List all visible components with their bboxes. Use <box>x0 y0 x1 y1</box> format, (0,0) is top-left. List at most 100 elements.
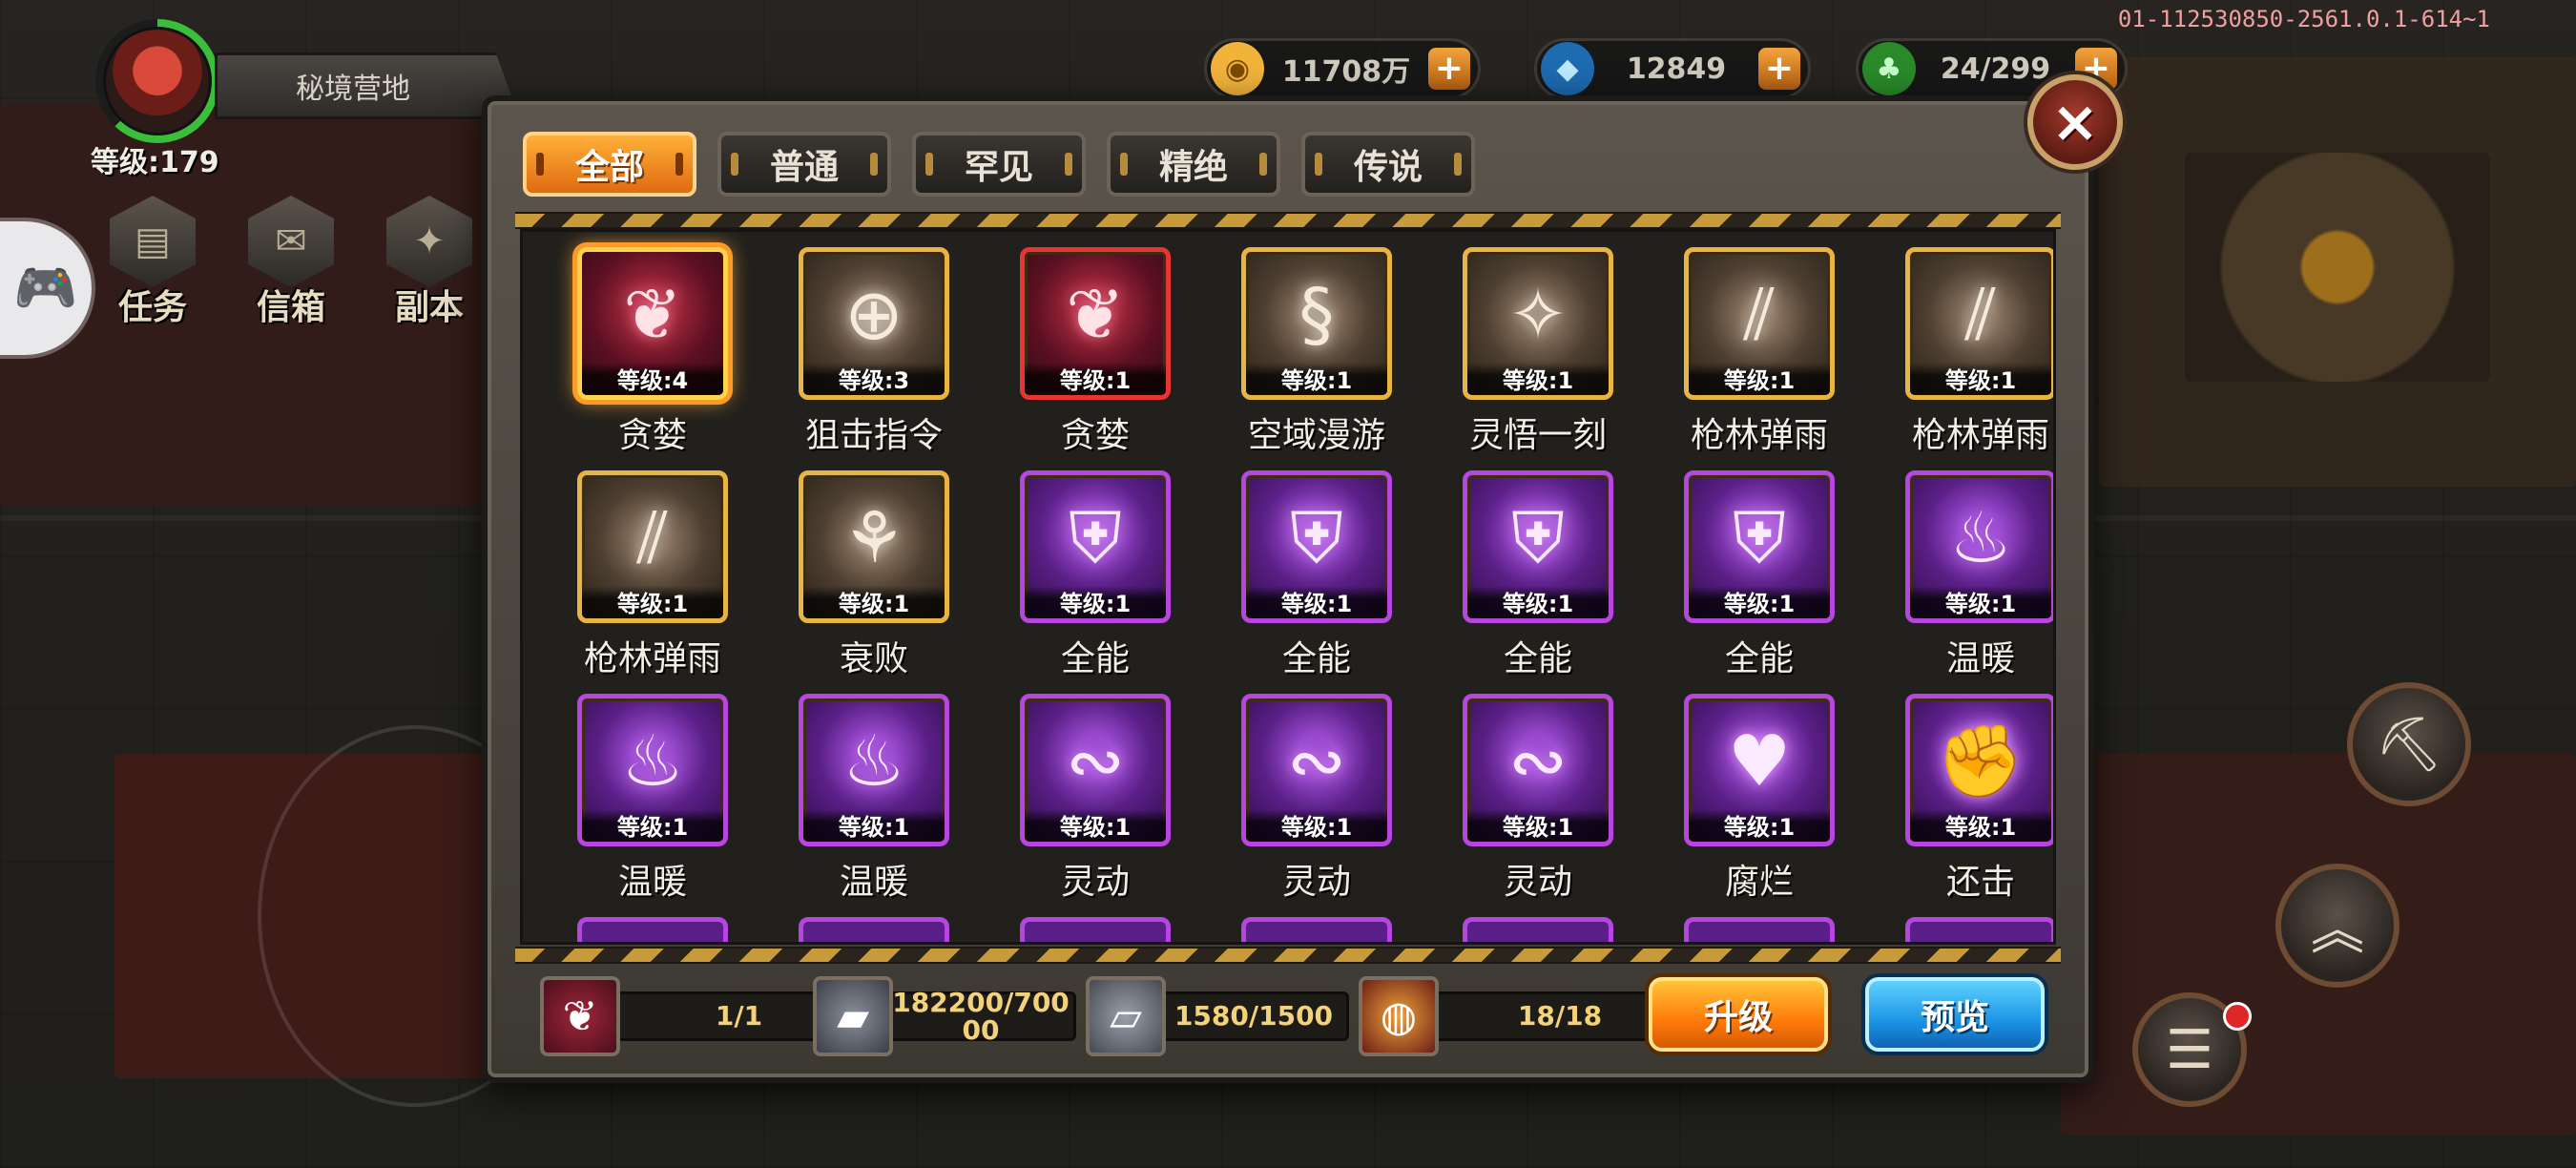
location-banner: 秘境营地 <box>215 52 520 119</box>
skill-card-frame: ⛨ 等级:1 <box>1684 470 1835 623</box>
skill-card[interactable]: ✊ 等级:1 还击 <box>1870 694 2053 917</box>
skill-card[interactable]: ❦ 等级:4 贪婪 <box>542 247 763 470</box>
swirl-icon: § <box>1298 274 1335 356</box>
agility-swirl-icon: ∾ <box>1286 720 1346 803</box>
skill-name: 全能 <box>1281 639 1351 678</box>
agility-swirl-icon: ∾ <box>1507 720 1568 803</box>
skill-card[interactable]: ♨ 等级:1 温暖 <box>1870 470 2053 694</box>
armor-icon: ⛨ <box>1511 497 1565 579</box>
skill-grid-scroll[interactable]: ❦ 等级:4 贪婪 ⊕ 等级:3 狙击指令 ❦ 等级:1 贪婪 § 等级:1 空域漫游 ✧ 等级:1 灵悟一… <box>520 229 2056 945</box>
close-button[interactable]: × <box>2027 74 2123 170</box>
skill-card[interactable]: ∾ 等级:1 灵动 <box>985 694 1206 917</box>
peek-card <box>985 917 1206 942</box>
skill-grid: ❦ 等级:4 贪婪 ⊕ 等级:3 狙击指令 ❦ 等级:1 贪婪 § 等级:1 空域漫游 ✧ 等级:1 灵悟一… <box>542 247 2053 917</box>
skill-level: 等级:1 <box>1246 809 1387 842</box>
skill-card-frame: ♨ 等级:1 <box>799 694 949 846</box>
silver-ingot-icon: ▱ <box>1086 976 1166 1056</box>
skill-card[interactable]: ⊕ 等级:3 狙击指令 <box>763 247 985 470</box>
player-avatar[interactable] <box>95 19 219 143</box>
peek-card <box>1870 917 2053 942</box>
skill-card-frame: ♨ 等级:1 <box>577 694 728 846</box>
skill-name: 枪林弹雨 <box>1690 416 1828 455</box>
add-gold-button[interactable]: + <box>1428 48 1470 90</box>
resource-gold-ingot: ▰ 182200/700 00 <box>813 973 1076 1059</box>
rank-up-button[interactable]: ︽ <box>2275 864 2399 988</box>
skill-name: 灵动 <box>1060 863 1130 902</box>
rarity-tabs: 全部 普通 罕见 精绝 传说 <box>523 132 1475 197</box>
dungeon-label: 副本 <box>394 288 464 327</box>
tab-common[interactable]: 普通 <box>717 132 891 197</box>
notification-dot <box>2223 1002 2252 1031</box>
skill-name: 温暖 <box>1945 639 2015 678</box>
skill-card[interactable]: ⛨ 等级:1 全能 <box>1649 470 1870 694</box>
skill-name: 空域漫游 <box>1247 416 1385 455</box>
skill-card-frame: ⊕ 等级:3 <box>799 247 949 400</box>
skill-card-frame: ✧ 等级:1 <box>1463 247 1613 400</box>
skill-card[interactable]: ∾ 等级:1 灵动 <box>1427 694 1649 917</box>
bullet-rain-icon: ⫽ <box>636 497 669 579</box>
skill-level: 等级:1 <box>1689 586 1830 618</box>
rotten-heart-icon: ♥ <box>1727 720 1792 803</box>
skill-name: 全能 <box>1724 639 1794 678</box>
skill-card[interactable]: ⫽ 等级:1 枪林弹雨 <box>1870 247 2053 470</box>
bullet-rain-icon: ⫽ <box>1964 274 1997 356</box>
skill-card[interactable]: ⫽ 等级:1 枪林弹雨 <box>542 470 763 694</box>
skill-card[interactable]: ✧ 等级:1 灵悟一刻 <box>1427 247 1649 470</box>
close-icon: × <box>2050 89 2100 156</box>
next-row-peek <box>542 917 2053 942</box>
skill-card[interactable]: ⚘ 等级:1 衰败 <box>763 470 985 694</box>
hazard-stripe-bottom <box>515 947 2061 964</box>
skill-card[interactable]: ♨ 等级:1 温暖 <box>542 694 763 917</box>
skill-card-frame: ⫽ 等级:1 <box>1905 247 2053 400</box>
gold-coin-icon: ◉ <box>1211 42 1264 95</box>
upgrade-button[interactable]: 升级 <box>1649 977 1828 1052</box>
skill-level: 等级:1 <box>1910 809 2051 842</box>
tab-rare[interactable]: 罕见 <box>912 132 1086 197</box>
gold-ingot-value: 182200/700 00 <box>885 988 1076 1044</box>
skill-card[interactable]: ⛨ 等级:1 全能 <box>985 470 1206 694</box>
skill-level: 等级:1 <box>1467 363 1609 395</box>
add-diamond-button[interactable]: + <box>1758 48 1800 90</box>
skill-name: 全能 <box>1503 639 1572 678</box>
skill-card[interactable]: ♥ 等级:1 腐烂 <box>1649 694 1870 917</box>
skill-card[interactable]: ⫽ 等级:1 枪林弹雨 <box>1649 247 1870 470</box>
mail-button[interactable]: ✉ 信箱 <box>234 196 348 327</box>
greed-skill-icon: ❦ <box>540 976 620 1056</box>
task-button[interactable]: ▤ 任务 <box>95 196 210 327</box>
gold-ingot-icon: ▰ <box>813 976 893 1056</box>
diamond-icon: ◆ <box>1541 42 1594 95</box>
tab-all[interactable]: 全部 <box>523 132 696 197</box>
counter-fist-icon: ✊ <box>1936 720 2025 803</box>
skill-card[interactable]: ♨ 等级:1 温暖 <box>763 694 985 917</box>
skill-level: 等级:3 <box>803 363 945 395</box>
skill-name: 枪林弹雨 <box>583 639 721 678</box>
skill-level: 等级:1 <box>1246 586 1387 618</box>
skill-level: 等级:1 <box>1246 363 1387 395</box>
skill-level: 等级:1 <box>1467 809 1609 842</box>
player-level: 等级:179 <box>91 146 219 179</box>
dungeon-button[interactable]: ✦ 副本 <box>372 196 487 327</box>
agility-swirl-icon: ∾ <box>1065 720 1125 803</box>
skill-card[interactable]: ⛨ 等级:1 全能 <box>1206 470 1427 694</box>
skill-level: 等级:1 <box>1467 586 1609 618</box>
diamond-value: 12849 <box>1626 52 1727 86</box>
skill-card[interactable]: ⛨ 等级:1 全能 <box>1427 470 1649 694</box>
mail-icon: ✉ <box>248 196 334 287</box>
peek-card <box>763 917 985 942</box>
resource-core-orb: ◍ 18/18 <box>1359 973 1689 1059</box>
peek-card <box>1427 917 1649 942</box>
build-id: 01-112530850-2561.0.1-614~1 <box>2117 6 2490 32</box>
skill-card[interactable]: ❦ 等级:1 贪婪 <box>985 247 1206 470</box>
chevron-up-icon: ︽ <box>2311 899 2364 962</box>
skill-name: 枪林弹雨 <box>1911 416 2049 455</box>
skill-level: 等级:1 <box>1910 586 2051 618</box>
preview-button[interactable]: 预览 <box>1865 977 2045 1052</box>
skill-card[interactable]: § 等级:1 空域漫游 <box>1206 247 1427 470</box>
skill-name: 贪婪 <box>617 416 687 455</box>
tab-legendary[interactable]: 传说 <box>1301 132 1475 197</box>
build-tool-button[interactable]: ⛏ <box>2347 682 2471 806</box>
peek-card <box>1206 917 1427 942</box>
tab-epic[interactable]: 精绝 <box>1107 132 1280 197</box>
skill-card[interactable]: ∾ 等级:1 灵动 <box>1206 694 1427 917</box>
skill-card-frame: § 等级:1 <box>1241 247 1392 400</box>
